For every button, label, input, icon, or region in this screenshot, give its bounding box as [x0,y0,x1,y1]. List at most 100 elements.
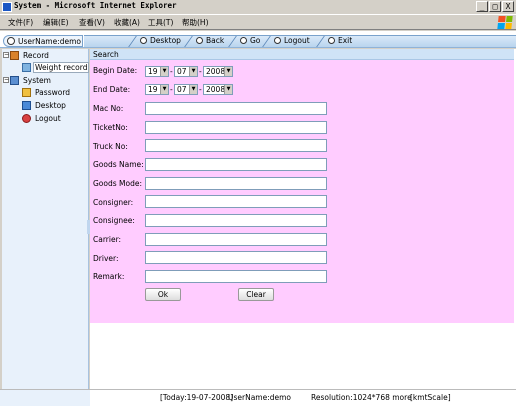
goods-mode-input[interactable] [145,177,327,190]
sidebar-item-label: Logout [35,114,61,123]
circle-icon [240,37,247,44]
status-resolution: Resolution:1024*768 more [311,393,412,402]
menu-view[interactable]: 查看(V) [79,17,105,28]
search-form: Begin Date: 19 ▼ - 07 ▼ - 2008 ▼ End Dat… [90,60,514,323]
end-date-label: End Date: [93,85,131,94]
dropdown-arrow-icon: ▼ [189,67,197,76]
remark-input[interactable] [145,270,327,283]
sidebar-tree: − Record Weight record − System Password… [2,49,90,389]
begin-year-value: 2008 [206,67,226,76]
user-box: UserName:demo [3,35,83,47]
truck-no-input[interactable] [145,139,327,152]
circle-icon [274,37,281,44]
nav-logout-label: Logout [284,36,310,45]
ok-button[interactable]: Ok [145,288,181,301]
goods-name-input[interactable] [145,158,327,171]
mac-no-label: Mac No: [93,104,124,113]
driver-input[interactable] [145,251,327,264]
dropdown-arrow-icon: ▼ [160,85,168,94]
date-separator: - [170,85,173,94]
date-separator: - [170,67,173,76]
nav-back-label: Back [206,36,225,45]
nav-go-label: Go [250,36,261,45]
begin-month-select[interactable]: 07 ▼ [174,66,198,77]
circle-icon [140,37,147,44]
date-separator: - [199,67,202,76]
dropdown-arrow-icon: ▼ [189,85,197,94]
tree-group-label: System [23,76,51,85]
begin-year-select[interactable]: 2008 ▼ [203,66,233,77]
desktop-icon [22,101,31,110]
dropdown-arrow-icon: ▼ [224,67,232,76]
maximize-button[interactable]: □ [489,1,501,12]
sidebar-item-label: Weight record [33,62,90,73]
sidebar-item-label: Desktop [35,101,66,110]
collapse-icon[interactable]: − [3,52,9,58]
consignee-input[interactable] [145,214,327,227]
toolbar-username: UserName:demo [18,37,82,46]
mac-no-input[interactable] [145,102,327,115]
sidebar-item-label: Password [35,88,71,97]
key-icon [22,88,31,97]
consignee-label: Consignee: [93,216,135,225]
computer-icon [10,76,19,85]
folder-icon [10,51,19,60]
goods-name-label: Goods Name: [93,160,144,169]
begin-day-select[interactable]: 19 ▼ [145,66,169,77]
status-today: [Today:19-07-2008] [160,393,234,402]
clear-button[interactable]: Clear [238,288,274,301]
menu-bar: 文件(F) 编辑(E) 查看(V) 收藏(A) 工具(T) 帮助(H) [0,14,516,30]
end-day-value: 19 [148,85,158,94]
end-year-select[interactable]: 2008 ▼ [203,84,233,95]
menu-help[interactable]: 帮助(H) [182,17,209,28]
tree-group-label: Record [23,51,49,60]
menu-favorites[interactable]: 收藏(A) [114,17,140,28]
nav-desktop-label: Desktop [150,36,181,45]
begin-day-value: 19 [148,67,158,76]
truck-no-label: Truck No: [93,142,128,151]
consigner-label: Consigner: [93,198,134,207]
main-content: Search Begin Date: 19 ▼ - 07 ▼ - 2008 ▼ … [90,49,516,389]
window-title: System - Microsoft Internet Explorer [14,1,177,10]
carrier-input[interactable] [145,233,327,246]
user-circle-icon [7,37,15,45]
panel-title: Search [93,50,119,59]
end-day-select[interactable]: 19 ▼ [145,84,169,95]
collapse-icon[interactable]: − [3,77,9,83]
menu-edit[interactable]: 编辑(E) [43,17,69,28]
end-month-value: 07 [177,85,187,94]
begin-month-value: 07 [177,67,187,76]
windows-logo-icon [497,16,513,29]
app-toolbar: UserName:demo Desktop Back Go Logout Exi… [0,31,516,48]
status-bar: [Today:19-07-2008] UserName:demo Resolut… [90,389,516,406]
end-year-value: 2008 [206,85,226,94]
record-icon [22,63,31,72]
menu-tools[interactable]: 工具(T) [148,17,173,28]
logout-icon [22,114,31,123]
ie-icon [2,2,12,12]
remark-label: Remark: [93,272,125,281]
window-titlebar: System - Microsoft Internet Explorer _ □… [0,0,516,14]
panel-header: Search [90,49,514,60]
driver-label: Driver: [93,254,119,263]
nav-band: Desktop Back Go Logout Exit [84,35,516,47]
nav-exit-label: Exit [338,36,353,45]
circle-icon [196,37,203,44]
ticket-no-input[interactable] [145,121,327,134]
minimize-button[interactable]: _ [476,1,488,12]
menu-file[interactable]: 文件(F) [8,17,33,28]
dropdown-arrow-icon: ▼ [160,67,168,76]
end-month-select[interactable]: 07 ▼ [174,84,198,95]
circle-icon [328,37,335,44]
status-scale: [kmtScale] [410,393,451,402]
date-separator: - [199,85,202,94]
ticket-no-label: TicketNo: [93,123,128,132]
status-username: UserName:demo [228,393,292,402]
close-button[interactable]: X [502,1,514,12]
begin-date-label: Begin Date: [93,66,138,75]
dropdown-arrow-icon: ▼ [224,85,232,94]
status-bar-left [0,389,90,406]
consigner-input[interactable] [145,195,327,208]
goods-mode-label: Goods Mode: [93,179,143,188]
carrier-label: Carrier: [93,235,122,244]
